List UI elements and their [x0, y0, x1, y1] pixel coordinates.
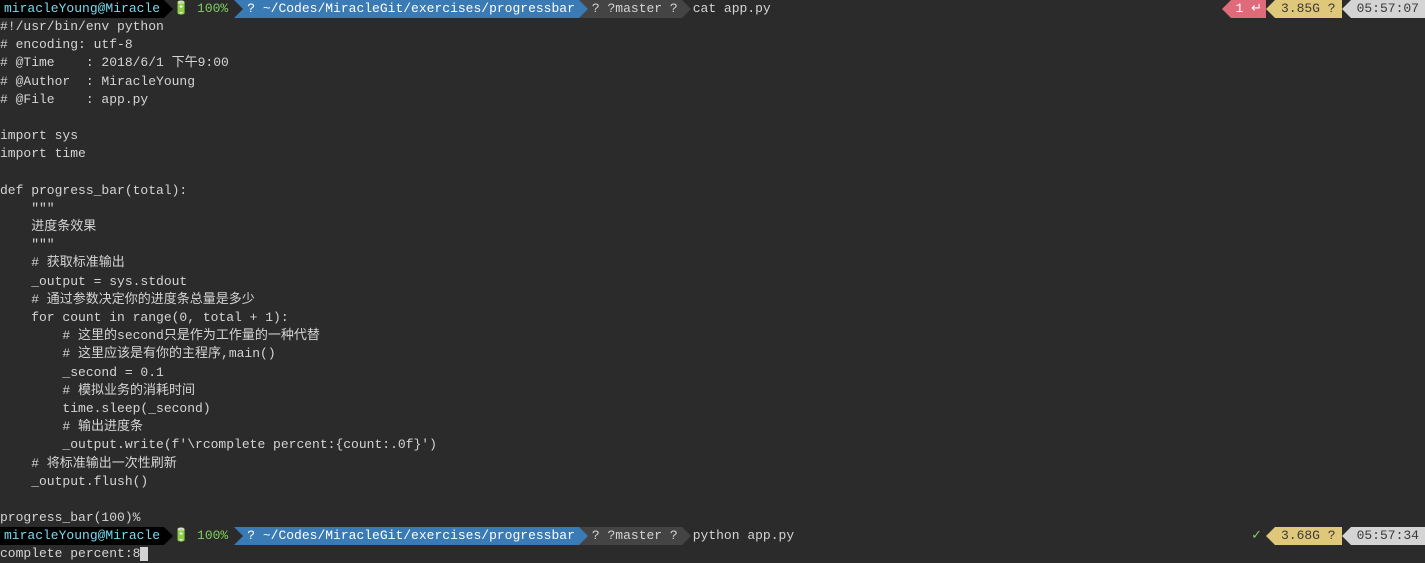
user-host-segment: miracleYoung@Miracle	[0, 527, 164, 545]
right-status-bar: ✓ 3.68G ? 05:57:34	[1247, 527, 1425, 545]
prompt-line-2[interactable]: miracleYoung@Miracle 🔋 100% ? ~/Codes/Mi…	[0, 527, 1425, 545]
command-text: python app.py	[691, 527, 798, 545]
time-segment: 05:57:34	[1351, 527, 1425, 545]
prompt-line-1[interactable]: miracleYoung@Miracle 🔋 100% ? ~/Codes/Mi…	[0, 0, 1425, 18]
memory-segment: 3.68G ?	[1275, 527, 1342, 545]
git-branch-segment: ? ?master ?	[588, 527, 682, 545]
separator-arrow	[579, 527, 588, 545]
separator-arrow	[1342, 527, 1351, 545]
separator-arrow	[234, 0, 243, 18]
output-text: complete percent:8	[0, 546, 140, 561]
separator-arrow	[1342, 0, 1351, 18]
memory-segment: 3.85G ?	[1275, 0, 1342, 18]
separator-arrow	[234, 527, 243, 545]
separator-arrow	[579, 0, 588, 18]
separator-arrow	[164, 527, 173, 545]
separator-arrow	[164, 0, 173, 18]
separator-arrow	[1222, 0, 1231, 18]
separator-arrow	[1266, 0, 1275, 18]
path-segment: ? ~/Codes/MiracleGit/exercises/progressb…	[243, 527, 579, 545]
separator-arrow	[682, 0, 691, 18]
separator-arrow	[1266, 527, 1275, 545]
battery-segment: 🔋 100%	[173, 527, 234, 545]
battery-segment: 🔋 100%	[173, 0, 234, 18]
user-host-segment: miracleYoung@Miracle	[0, 0, 164, 18]
path-segment: ? ~/Codes/MiracleGit/exercises/progressb…	[243, 0, 579, 18]
time-segment: 05:57:07	[1351, 0, 1425, 18]
command-text: cat app.py	[691, 0, 775, 18]
check-icon: ✓	[1247, 527, 1266, 545]
right-status-bar: 1 ↵ 3.85G ? 05:57:07	[1222, 0, 1425, 18]
exit-count-segment: 1 ↵	[1231, 0, 1266, 18]
file-content-output: #!/usr/bin/env python # encoding: utf-8 …	[0, 18, 1425, 527]
cursor	[140, 547, 148, 561]
separator-arrow	[682, 527, 691, 545]
git-branch-segment: ? ?master ?	[588, 0, 682, 18]
program-output: complete percent:8	[0, 545, 1425, 563]
